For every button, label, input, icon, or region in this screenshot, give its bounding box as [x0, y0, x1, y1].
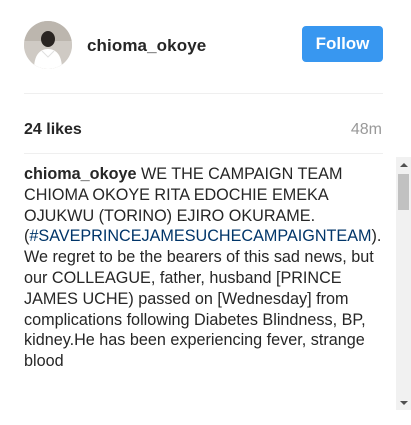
scrollbar-thumb[interactable]: [398, 174, 409, 210]
caption-hashtag[interactable]: #SAVEPRINCEJAMESUCHECAMPAIGNTEAM: [29, 227, 371, 245]
caption-scrollbar[interactable]: [396, 157, 411, 410]
likes-count[interactable]: 24 likes: [24, 121, 82, 139]
divider: [24, 153, 383, 154]
caption-author[interactable]: chioma_okoye: [24, 165, 136, 183]
username[interactable]: chioma_okoye: [87, 36, 206, 56]
caption-text-continued: ). We regret to be the bearers of this s…: [24, 227, 382, 371]
post-timestamp[interactable]: 48m: [351, 121, 382, 139]
divider: [24, 93, 383, 94]
post-header: chioma_okoye Follow: [0, 0, 411, 93]
arrow-down-icon: [399, 400, 408, 405]
follow-button[interactable]: Follow: [302, 26, 383, 62]
arrow-up-icon: [399, 162, 408, 167]
scroll-down-button[interactable]: [396, 395, 411, 410]
scroll-up-button[interactable]: [396, 157, 411, 172]
caption: chioma_okoye WE THE CAMPAIGN TEAM CHIOMA…: [24, 164, 394, 409]
avatar-image: [24, 21, 72, 69]
avatar[interactable]: [24, 21, 72, 69]
